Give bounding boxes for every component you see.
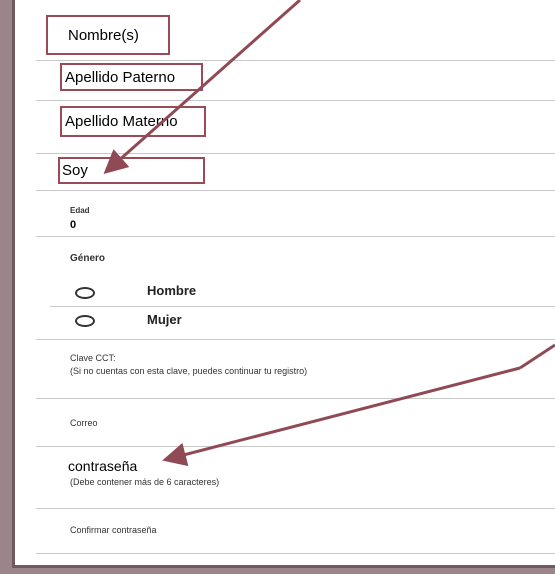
- mujer-label: Mujer: [147, 312, 182, 327]
- apellido-paterno-field[interactable]: Apellido Paterno: [60, 63, 203, 91]
- correo-field[interactable]: [40, 402, 550, 444]
- soy-label: Soy: [62, 162, 88, 179]
- correo-label: Correo: [70, 418, 98, 428]
- hombre-label: Hombre: [147, 283, 197, 298]
- edad-field[interactable]: [40, 198, 550, 234]
- contrasena-label: contraseña: [68, 458, 138, 474]
- radio-mujer[interactable]: [75, 315, 95, 327]
- soy-select[interactable]: Soy: [58, 157, 205, 184]
- divider: [36, 60, 555, 61]
- divider: [36, 339, 555, 340]
- divider: [36, 398, 555, 399]
- divider: [36, 100, 555, 101]
- confirmar-contrasena-label: Confirmar contraseña: [70, 525, 157, 535]
- nombres-placeholder: Nombre(s): [68, 26, 139, 44]
- apellido-materno-placeholder: Apellido Materno: [65, 113, 178, 130]
- radio-hombre[interactable]: [75, 287, 95, 299]
- edad-label: Edad: [70, 206, 90, 215]
- divider: [36, 553, 555, 554]
- divider: [36, 236, 555, 237]
- clave-cct-label: Clave CCT:: [70, 353, 116, 363]
- edad-value: 0: [70, 219, 77, 231]
- apellido-materno-field[interactable]: Apellido Materno: [60, 106, 206, 137]
- apellido-paterno-placeholder: Apellido Paterno: [65, 68, 176, 86]
- divider: [36, 190, 555, 191]
- divider: [36, 153, 555, 154]
- genero-label: Género: [70, 253, 106, 264]
- divider: [36, 446, 555, 447]
- contrasena-hint: (Debe contener más de 6 caracteres): [70, 477, 220, 487]
- clave-cct-hint: (Si no cuentas con esta clave, puedes co…: [70, 366, 308, 376]
- divider: [50, 306, 555, 307]
- nombres-field[interactable]: Nombre(s): [46, 15, 170, 55]
- divider: [36, 508, 555, 509]
